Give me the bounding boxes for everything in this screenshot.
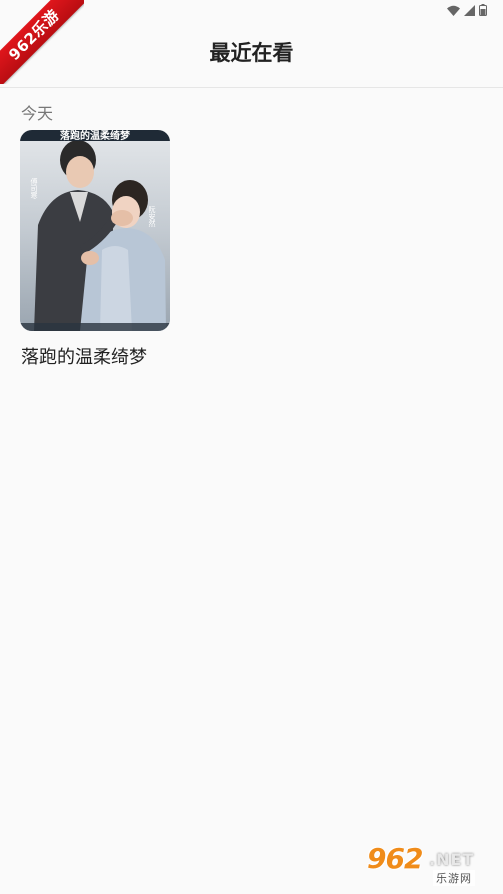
watermark-logo: 962 .NET 乐游网 (363, 844, 495, 888)
header: 最近在看 (0, 22, 503, 88)
section-label-today: 今天 (21, 104, 54, 123)
watermark-suffix: .NET (429, 850, 475, 869)
battery-icon (479, 4, 487, 16)
history-item-title[interactable]: 落跑的温柔绮梦 (21, 343, 170, 369)
watermark-sub: 乐游网 (433, 870, 475, 886)
poster-header-text: 落跑的温柔绮梦 (60, 130, 131, 142)
watermark-main: 962 (367, 842, 423, 875)
page-title: 最近在看 (209, 41, 294, 65)
history-item[interactable]: 落跑的温柔绮梦 傅司寒 阮安然 落跑的温柔绮梦 (20, 130, 170, 369)
wifi-icon (447, 5, 460, 16)
poster-actor-left: 傅司寒 (30, 177, 38, 200)
poster-actor-right: 阮安然 (148, 205, 156, 228)
signal-icon (464, 4, 475, 16)
poster-image[interactable]: 落跑的温柔绮梦 傅司寒 阮安然 (20, 130, 170, 331)
